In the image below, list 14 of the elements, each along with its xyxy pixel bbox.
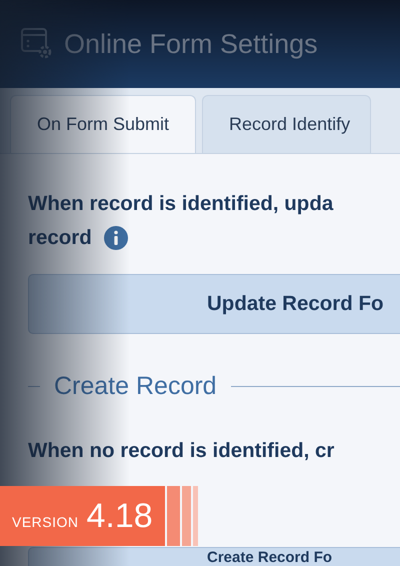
info-icon[interactable] (104, 226, 128, 250)
description-text: record (28, 226, 92, 250)
form-settings-icon (20, 27, 54, 61)
update-record-button[interactable]: Update Record Fo (28, 274, 400, 334)
window-title: Online Form Settings (64, 28, 318, 60)
create-record-button[interactable]: Create Record Fo (28, 547, 400, 566)
version-label: VERSION (12, 514, 79, 530)
stripes-drawing (166, 486, 198, 546)
tab[interactable]: On Form Submit (10, 95, 196, 153)
description-text: When no record is identified, cr (28, 439, 336, 463)
tab[interactable]: Record Identify (202, 95, 372, 153)
version-number: 4.18 (86, 496, 153, 536)
description-text: When record is identified, upda (28, 192, 334, 216)
section-legend: Create Record (54, 372, 217, 401)
